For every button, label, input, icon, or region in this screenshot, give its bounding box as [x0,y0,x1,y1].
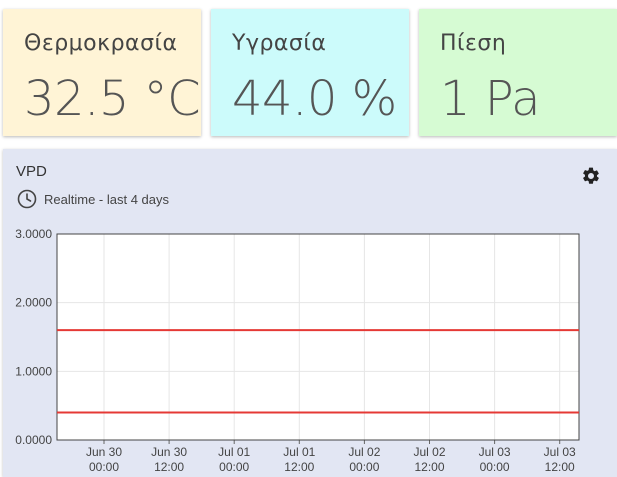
x-tick-label: 12:00 [154,460,184,474]
x-tick-label: 00:00 [349,460,379,474]
vpd-line-chart: 0.00001.00002.00003.0000Jun 3000:00Jun 3… [15,227,580,474]
x-tick-label: 12:00 [414,460,444,474]
x-tick-label: Jul 02 [348,445,380,459]
x-tick-label: Jul 03 [479,445,511,459]
x-tick-label: Jul 01 [218,445,250,459]
y-tick-label: 1.0000 [15,364,52,378]
x-tick-label: 00:00 [480,460,510,474]
y-tick-label: 3.0000 [15,227,52,241]
x-tick-label: Jul 03 [544,445,576,459]
y-tick-label: 0.0000 [15,433,52,447]
y-tick-label: 2.0000 [15,296,52,310]
x-tick-label: Jul 01 [283,445,315,459]
x-tick-label: Jun 30 [86,445,122,459]
x-tick-label: Jul 02 [413,445,445,459]
x-tick-label: 00:00 [89,460,119,474]
x-tick-label: 00:00 [219,460,249,474]
plot-area [57,234,579,440]
x-tick-label: 12:00 [284,460,314,474]
x-tick-label: Jun 30 [151,445,187,459]
x-tick-label: 12:00 [545,460,575,474]
